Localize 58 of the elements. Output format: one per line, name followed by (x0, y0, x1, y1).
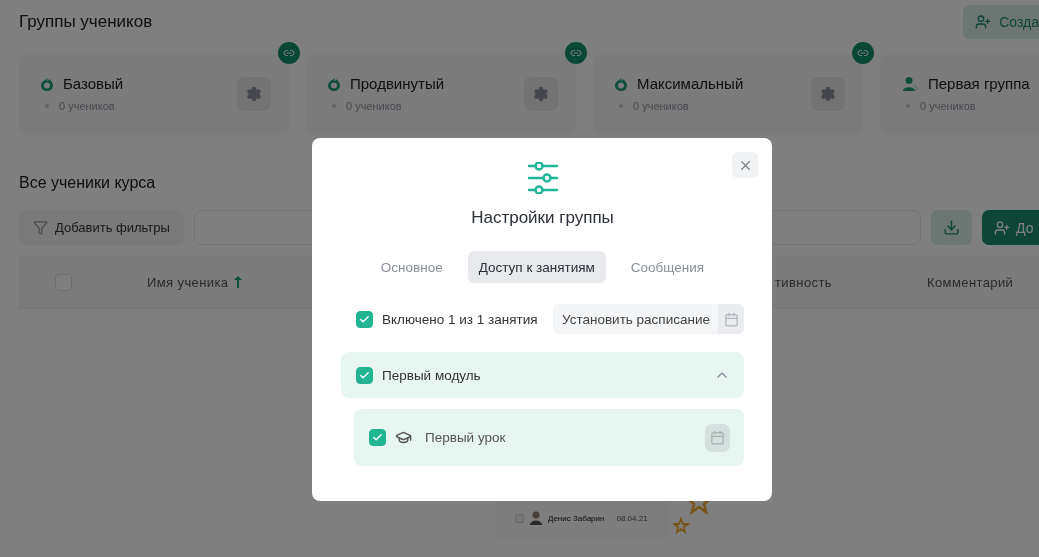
module-checkbox[interactable] (356, 366, 373, 384)
sliders-icon (525, 162, 560, 194)
gear-icon (820, 86, 836, 102)
student-name: Денис Забарин (548, 513, 605, 523)
link-button[interactable] (565, 42, 587, 64)
link-button[interactable] (278, 42, 300, 64)
group-name: Продвинутый (350, 75, 445, 92)
calendar-icon (710, 430, 725, 445)
module-title: Первый модуль (382, 367, 482, 383)
graduation-cap-icon (395, 429, 412, 446)
close-button[interactable] (732, 152, 758, 178)
group-name: Базовый (63, 75, 124, 92)
schedule-button[interactable]: Установить расписание (553, 304, 744, 334)
lesson-row[interactable]: Первый урок (354, 409, 744, 466)
add-student-button[interactable]: До (982, 210, 1039, 245)
lesson-checkbox[interactable] (369, 429, 386, 446)
checkmark-icon (359, 313, 370, 325)
gear-icon (533, 86, 549, 102)
column-header[interactable]: тивность (775, 274, 832, 290)
lesson-title: Первый урок (425, 430, 507, 445)
lessons-summary: Включено 1 из 1 занятия (382, 311, 538, 327)
column-header[interactable]: Комментарий (927, 274, 1014, 290)
link-icon (570, 47, 582, 59)
link-icon (283, 47, 295, 59)
download-button[interactable] (931, 210, 972, 245)
group-name: Максимальный (637, 75, 744, 92)
settings-button[interactable] (237, 77, 271, 111)
user-icon (902, 75, 918, 92)
calendar-icon (723, 311, 739, 327)
user-plus-icon (994, 219, 1010, 236)
tab[interactable]: Доступ к занятиям (467, 251, 606, 283)
calendar-button[interactable] (705, 423, 730, 452)
user-plus-icon (975, 14, 992, 30)
filter-icon (33, 220, 48, 235)
tab[interactable]: Сообщения (619, 251, 716, 283)
flame-icon (41, 76, 53, 91)
tab[interactable]: Основное (369, 251, 454, 283)
page-title: Группы учеников (19, 12, 153, 32)
column-header[interactable]: Имя ученика (147, 274, 229, 290)
settings-button[interactable] (524, 77, 558, 111)
section-title: Все ученики курса (19, 174, 156, 192)
link-button[interactable] (852, 42, 874, 64)
dialog-title: Настройки группы (471, 208, 614, 228)
create-group-button[interactable]: Созда (963, 5, 1039, 39)
flame-icon (328, 76, 340, 91)
filter-button[interactable]: Добавить фильтры (19, 210, 184, 245)
all-lessons-checkbox[interactable] (356, 310, 373, 328)
checkmark-icon (372, 432, 383, 443)
student-date: 08.04.21 (616, 513, 648, 523)
avatar-icon (530, 511, 542, 525)
checkmark-icon (359, 369, 370, 381)
module-row[interactable]: Первый модуль (341, 352, 744, 398)
flame-icon (615, 76, 627, 91)
settings-button[interactable] (811, 77, 845, 111)
group-name: Первая группа (928, 75, 1030, 92)
link-icon (857, 47, 869, 59)
gear-icon (246, 86, 262, 102)
download-icon (943, 219, 960, 236)
